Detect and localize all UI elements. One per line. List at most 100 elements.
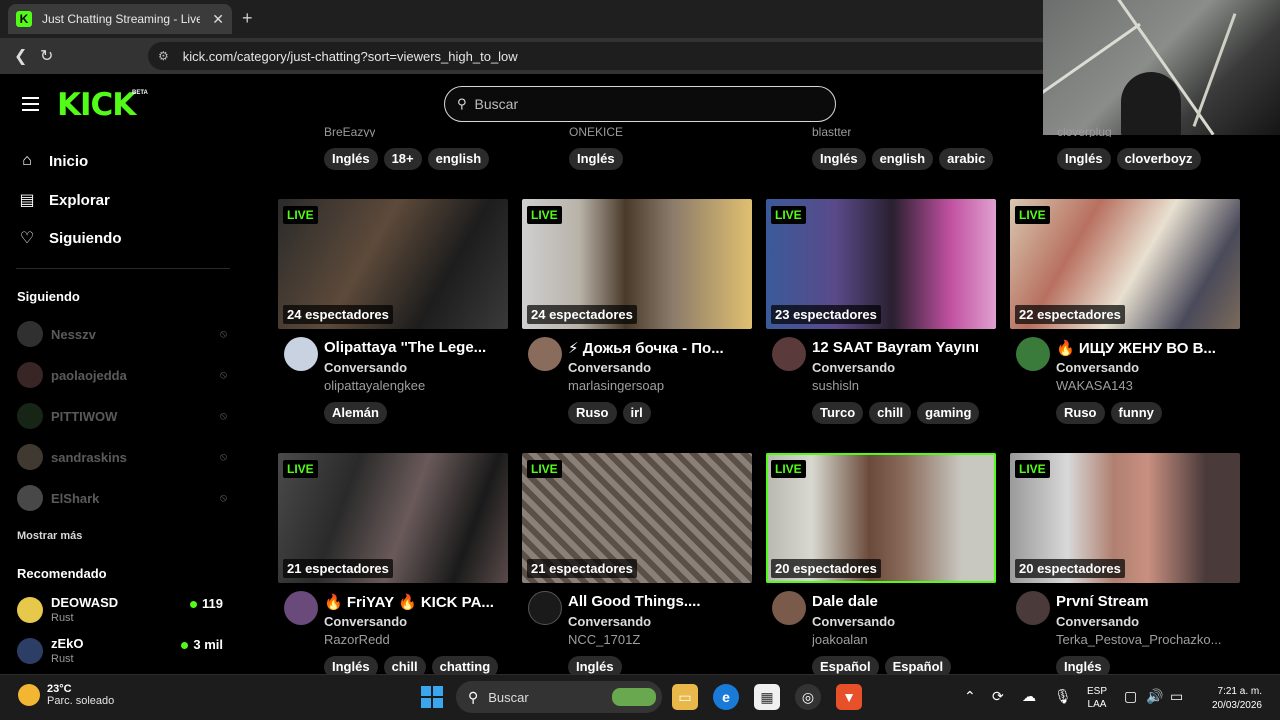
nav-inicio[interactable]: ⌂ Inicio [17,152,88,170]
new-tab-icon[interactable]: + [242,8,253,29]
obs-icon[interactable]: ◎ [795,684,821,710]
recommended-item[interactable]: DEOWASD Rust 119 [17,595,227,629]
stream-thumbnail[interactable]: LIVE 22 espectadores [1010,199,1240,329]
stream-title[interactable]: 🔥 FriYAY 🔥 KICK PA... [324,593,508,611]
streamer-name[interactable]: BreEazyy [324,125,375,137]
avatar[interactable] [528,591,562,625]
menu-icon[interactable] [22,97,39,115]
stream-thumbnail[interactable]: LIVE 23 espectadores [766,199,996,329]
following-item[interactable]: sandraskins ⦸ [17,443,227,471]
tag[interactable]: chill [869,402,912,424]
search-input[interactable] [474,96,815,112]
edge-icon[interactable]: e [713,684,739,710]
browser-tab[interactable]: K Just Chatting Streaming - Live St ✕ [8,4,232,34]
following-item[interactable]: Nesszv ⦸ [17,320,227,348]
avatar[interactable] [1016,591,1050,625]
tag[interactable]: cloverboyz [1116,148,1201,170]
stream-title[interactable]: 🔥 ИЩУ ЖЕНУ ВО В... [1056,339,1240,357]
tag[interactable]: english [871,148,934,170]
nav-explorar[interactable]: ▤ Explorar [17,190,109,210]
tag[interactable]: Inglés [569,148,623,170]
streamer-name[interactable]: ONEKICE [569,125,623,137]
streamer-name[interactable]: NCC_1701Z [568,632,752,647]
streamer-name[interactable]: sushisln [812,378,996,393]
site-info-icon[interactable]: ⚙ [158,49,169,63]
avatar[interactable] [772,337,806,371]
stream-category[interactable]: Conversando [568,614,651,629]
stream-category[interactable]: Conversando [812,614,895,629]
stream-title[interactable]: ⚡ Дожья бочка - По... [568,339,752,357]
nav-siguiendo[interactable]: ♡ Siguiendo [17,228,122,248]
reload-icon[interactable]: ↻ [40,46,53,66]
following-item[interactable]: PITTIWOW ⦸ [17,402,227,430]
search-box[interactable]: ⚲ [444,86,836,122]
following-item[interactable]: paolaojedda ⦸ [17,361,227,389]
chevron-up-icon[interactable]: ⌃ [964,688,976,705]
kick-logo[interactable]: KICK [57,87,136,123]
tag[interactable]: Alemán [324,402,387,424]
streamer-name[interactable]: RazorRedd [324,632,508,647]
stream-thumbnail[interactable]: LIVE 20 espectadores [1010,453,1240,583]
streamer-name[interactable]: joakoalan [812,632,996,647]
recommended-item[interactable]: zEkO Rust 3 mil [17,636,227,670]
show-more-link[interactable]: Mostrar más [17,530,82,542]
volume-icon[interactable]: 🔊 [1146,688,1163,705]
microphone-icon[interactable]: 🎙 [1054,688,1072,705]
tag[interactable]: Turco [812,402,864,424]
tag[interactable]: Inglés [324,148,378,170]
stream-title[interactable]: 12 SAAT Bayram Yayını [812,339,996,356]
clock[interactable]: 7:21 a. m. 20/03/2026 [1204,685,1262,713]
streamer-name[interactable]: cloverplug [1057,125,1112,137]
stream-thumbnail[interactable]: LIVE 21 espectadores [278,453,508,583]
stream-category[interactable]: Conversando [812,360,895,375]
stream-card[interactable]: LIVE 23 espectadores 12 SAAT Bayram Yayı… [766,199,996,429]
stream-category[interactable]: Conversando [1056,614,1139,629]
stream-card[interactable]: LIVE 21 espectadores 🔥 FriYAY 🔥 KICK PA.… [278,453,508,683]
sync-icon[interactable]: ⟳ [992,688,1004,705]
tag[interactable]: 18+ [383,148,422,170]
windows-start-icon[interactable] [421,686,443,708]
language-indicator[interactable]: ESP LAA [1087,685,1107,711]
stream-card[interactable]: LIVE 20 espectadores První Stream Conver… [1010,453,1240,683]
stream-title[interactable]: Dale dale [812,593,996,610]
back-icon[interactable]: ❮ [14,46,27,66]
tag[interactable]: Ruso [568,402,617,424]
avatar[interactable] [772,591,806,625]
stream-card[interactable]: LIVE 22 espectadores 🔥 ИЩУ ЖЕНУ ВО В... … [1010,199,1240,429]
store-icon[interactable]: ▦ [754,684,780,710]
stream-category[interactable]: Conversando [324,360,407,375]
avatar[interactable] [284,337,318,371]
brave-icon[interactable]: ▼ [836,684,862,710]
stream-card[interactable]: LIVE 24 espectadores Olipattaya ''The Le… [278,199,508,429]
file-explorer-icon[interactable]: ▭ [672,684,698,710]
tag[interactable]: gaming [917,402,980,424]
avatar[interactable] [1016,337,1050,371]
taskbar-search[interactable]: ⚲ Buscar [456,681,662,713]
display-icon[interactable]: ▢ [1124,688,1137,705]
streamer-name[interactable]: olipattayalengkee [324,378,508,393]
avatar[interactable] [528,337,562,371]
tag[interactable]: arabic [939,148,994,170]
tag[interactable]: funny [1110,402,1162,424]
stream-category[interactable]: Conversando [1056,360,1139,375]
stream-card[interactable]: LIVE 21 espectadores All Good Things....… [522,453,752,683]
stream-thumbnail[interactable]: LIVE 21 espectadores [522,453,752,583]
streamer-name[interactable]: blastter [812,125,851,137]
stream-thumbnail[interactable]: LIVE 24 espectadores [278,199,508,329]
stream-thumbnail[interactable]: LIVE 20 espectadores [766,453,996,583]
streamer-name[interactable]: marlasingersoap [568,378,752,393]
avatar[interactable] [284,591,318,625]
stream-title[interactable]: První Stream [1056,593,1240,610]
battery-icon[interactable]: ▭ [1170,688,1183,705]
stream-card[interactable]: LIVE 20 espectadores Dale dale Conversan… [766,453,996,683]
weather-widget[interactable]: 23°C Parc. soleado [18,683,114,707]
cloud-icon[interactable]: ☁ [1022,688,1036,705]
stream-title[interactable]: Olipattaya ''The Lege... [324,339,508,356]
streamer-name[interactable]: WAKASA143 [1056,378,1240,393]
streamer-name[interactable]: Terka_Pestova_Prochazko... [1056,632,1240,647]
tag[interactable]: irl [622,402,651,424]
tag[interactable]: Inglés [1057,148,1111,170]
following-item[interactable]: ElShark ⦸ [17,484,227,512]
stream-thumbnail[interactable]: LIVE 24 espectadores [522,199,752,329]
close-tab-icon[interactable]: ✕ [212,11,224,28]
